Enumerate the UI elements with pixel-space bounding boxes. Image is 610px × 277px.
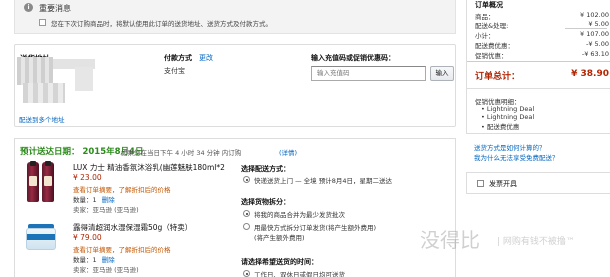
quantity-label: 数量：1 (73, 196, 97, 204)
item-price: ¥ 23.00 (73, 173, 102, 182)
summary-row: 促销优惠： -¥ 63.10 (475, 50, 609, 60)
coupon-apply-button[interactable]: 输入 (430, 66, 454, 81)
summary-label: 促销优惠： (475, 52, 508, 60)
payment-method-value: 支付宝 (164, 67, 185, 75)
remove-item-link[interactable]: 删除 (102, 256, 115, 264)
redacted-address (17, 57, 53, 85)
coupon-heading: 输入充值码或促销优惠码： (311, 54, 395, 62)
summary-value: ¥ 5.00 (588, 20, 609, 28)
info-icon: i (24, 3, 33, 12)
delivery-time-label: 工作日、双休日或假日均可送货 (254, 271, 345, 277)
summary-value: -¥ 63.10 (581, 50, 609, 58)
watermark-slogan: | 网购有钱不被撸™ (497, 237, 575, 247)
invoice-checkbox[interactable] (477, 180, 484, 187)
item-title: 露得清超润水湿保湿霜50g（特卖） (73, 223, 193, 232)
product-image[interactable] (25, 220, 57, 254)
free-shipping-link[interactable]: 我为什么无法享受免费配送？ (474, 152, 559, 162)
payment-method-heading: 付款方式 (164, 54, 192, 62)
delivery-cutoff-note: 如果您在当日下午 4 小时 34 分钟 内订购 (121, 149, 242, 157)
summary-value: ¥ 102.00 (580, 11, 609, 19)
coupon-input[interactable] (311, 66, 426, 81)
delivery-panel: 预计送达日期： 2015年8月4日 如果您在当日下午 4 小时 34 分钟 内订… (14, 138, 456, 277)
summary-label: 配送&处理: (475, 22, 509, 30)
order-total-label: 订单总计： (475, 72, 521, 82)
item-quantity: 数量：1 删除 (73, 254, 115, 264)
summary-title: 订单概况 (475, 1, 503, 9)
cart-item: LUX 力士 精油香氛沐浴乳(幽莲魅肤180ml*2 ¥ 23.00 查看订单摘… (15, 159, 235, 215)
payment-change-link[interactable]: 更改 (199, 53, 213, 63)
remove-item-link[interactable]: 删除 (102, 196, 115, 204)
watermark: 没得比 (420, 228, 480, 252)
shipping-calc-link[interactable]: 送货方式是如何计算的？ (474, 142, 546, 152)
group-fastest-radio[interactable] (243, 223, 250, 230)
summary-label: 配送费优惠： (475, 42, 514, 50)
promo-item: • Lightning Deal (481, 113, 535, 121)
product-image[interactable] (25, 161, 57, 202)
delivery-details-link[interactable]: (详情) (279, 147, 297, 157)
summary-label: 小计： (475, 32, 495, 40)
item-price: ¥ 79.00 (73, 233, 102, 242)
notice-checkbox[interactable] (39, 19, 46, 26)
order-summary: 订单概况 商品： ¥ 102.00 配送&处理: ¥ 5.00 小计： ¥ 10… (466, 0, 610, 134)
item-quantity: 数量：1 删除 (73, 194, 115, 204)
shipping-method-heading: 选择配送方式： (241, 165, 290, 173)
cart-item: 露得清超润水湿保湿霜50g（特卖） ¥ 79.00 查看订单摘要，了解折扣后的价… (15, 217, 235, 277)
item-seller: 卖家：亚马逊 (亚马逊) (73, 266, 139, 274)
notice-text: 您在下次订购商品时，将默认使用此订单的送货地址、送货方式及付款方式。 (51, 20, 272, 28)
summary-divider (565, 28, 607, 29)
shipping-payment-panel: 送货地址 配送到多个地址 付款方式 更改 支付宝 输入充值码或促销优惠码： 输入 (14, 44, 456, 127)
summary-divider (467, 88, 610, 89)
summary-divider (467, 61, 610, 62)
item-promo-note: 查看订单摘要，了解折扣后的价格 (73, 246, 171, 254)
redacted-address (23, 83, 65, 103)
summary-row: 配送费优惠： -¥ 5.00 (475, 40, 609, 50)
summary-row: 小计： ¥ 107.00 (475, 30, 609, 40)
invoice-panel: 发票开具 (466, 172, 610, 194)
extra-fee-link[interactable]: (将产生额外费用) (254, 232, 305, 242)
item-promo-note: 查看订单摘要，了解折扣后的价格 (73, 186, 171, 194)
redacted-address (75, 67, 93, 91)
promo-item: • Lightning Deal (481, 105, 535, 113)
summary-value: ¥ 107.00 (580, 30, 609, 38)
notice-title: 重要消息 (39, 4, 71, 13)
item-title: LUX 力士 精油香氛沐浴乳(幽莲魅肤180ml*2 (73, 163, 225, 172)
important-notice: i 重要消息 您在下次订购商品时，将默认使用此订单的送货地址、送货方式及付款方式… (14, 0, 456, 34)
summary-value: -¥ 5.00 (585, 40, 609, 48)
group-fastest-label: 用最快方式拆分订单发货(将产生额外费用) (254, 224, 377, 232)
item-seller: 卖家：亚马逊 (亚马逊) (73, 206, 139, 214)
quantity-label: 数量：1 (73, 256, 97, 264)
delivery-time-heading: 请选择希望送货的时间： (241, 258, 318, 266)
order-total-value: ¥ 38.90 (571, 69, 609, 79)
invoice-label: 发票开具 (489, 180, 517, 188)
group-min-shipments-radio[interactable] (243, 210, 250, 217)
shipping-method-label: 快递送货上门 — 全境 预计8月4日，星期二送达 (254, 177, 392, 185)
grouping-heading: 选择货物拆分： (241, 198, 290, 206)
order-total: 订单总计： ¥ 38.90 (475, 69, 609, 82)
promo-item: • 配送费优惠 (481, 123, 520, 131)
ship-multiple-link[interactable]: 配送到多个地址 (19, 114, 65, 124)
delivery-time-radio[interactable] (243, 270, 250, 277)
group-min-shipments-label: 将我的商品合并为最少发货批次 (254, 211, 345, 219)
shipping-method-radio[interactable] (243, 176, 250, 183)
